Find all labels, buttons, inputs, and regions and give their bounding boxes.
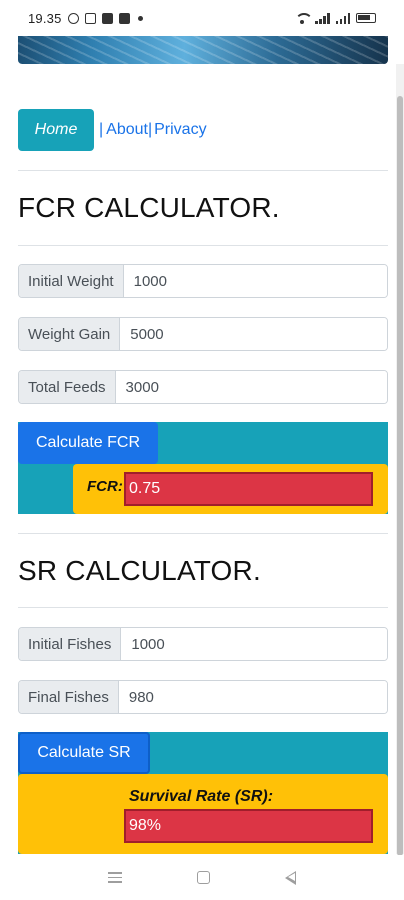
system-navigation-bar	[0, 855, 404, 900]
total-feeds-input[interactable]	[115, 371, 387, 403]
back-triangle-icon[interactable]	[285, 870, 297, 885]
home-square-icon[interactable]	[196, 871, 210, 884]
initial-fishes-label: Initial Fishes	[19, 628, 122, 660]
whatsapp-icon	[67, 12, 79, 24]
fcr-result-value: 0.75	[124, 472, 373, 506]
initial-weight-group: Initial Weight	[18, 264, 388, 298]
sr-result-panel: Calculate SR Survival Rate (SR): 98%	[18, 732, 388, 854]
media-icon	[118, 12, 130, 24]
signal-icon	[315, 12, 330, 24]
initial-weight-input[interactable]	[123, 265, 387, 297]
fcr-title: FCR CALCULATOR.	[18, 192, 280, 223]
fcr-result-panel: Calculate FCR FCR: 0.75	[18, 422, 388, 514]
home-button[interactable]: Home	[18, 109, 94, 151]
about-link[interactable]: About	[106, 121, 148, 139]
weight-gain-input[interactable]	[120, 318, 387, 350]
divider	[18, 245, 388, 246]
calculate-sr-button[interactable]: Calculate SR	[18, 732, 150, 774]
nav-separator: |	[147, 121, 153, 138]
fcr-result-box: FCR: 0.75	[73, 464, 388, 514]
wifi-icon	[295, 12, 313, 24]
initial-fishes-group: Initial Fishes	[18, 627, 388, 661]
header-banner-image	[18, 32, 388, 64]
sr-result-value: 98%	[124, 809, 373, 843]
battery-icon	[356, 13, 376, 23]
divider	[18, 607, 388, 608]
initial-weight-label: Initial Weight	[19, 265, 124, 297]
initial-fishes-input[interactable]	[121, 628, 387, 660]
signal-icon	[335, 12, 350, 24]
calculate-fcr-button[interactable]: Calculate FCR	[18, 422, 158, 464]
sr-result-label: Survival Rate (SR):	[129, 788, 274, 805]
app-icon	[101, 12, 113, 24]
status-time: 19.35	[28, 10, 62, 26]
weight-gain-label: Weight Gain	[19, 318, 121, 350]
divider	[18, 170, 388, 171]
weight-gain-group: Weight Gain	[18, 317, 388, 351]
nav-separator: |	[99, 121, 104, 138]
total-feeds-group: Total Feeds	[18, 370, 388, 404]
sr-result-box: Survival Rate (SR): 98%	[18, 774, 388, 854]
total-feeds-label: Total Feeds	[19, 371, 116, 403]
final-fishes-label: Final Fishes	[19, 681, 119, 713]
status-right	[295, 12, 376, 24]
notification-dot-icon	[137, 15, 143, 21]
top-nav: Home | About | Privacy	[18, 109, 207, 151]
divider	[18, 533, 388, 534]
instagram-icon	[84, 12, 96, 24]
fcr-result-label: FCR:	[87, 478, 123, 495]
sr-title: SR CALCULATOR.	[18, 555, 261, 586]
menu-icon[interactable]	[107, 872, 122, 883]
privacy-link[interactable]: Privacy	[154, 121, 206, 139]
status-left: 19.35	[28, 11, 143, 26]
status-bar: 19.35	[0, 0, 404, 36]
final-fishes-group: Final Fishes	[18, 680, 388, 714]
final-fishes-input[interactable]	[118, 681, 387, 713]
scrollbar-thumb[interactable]	[397, 96, 403, 856]
